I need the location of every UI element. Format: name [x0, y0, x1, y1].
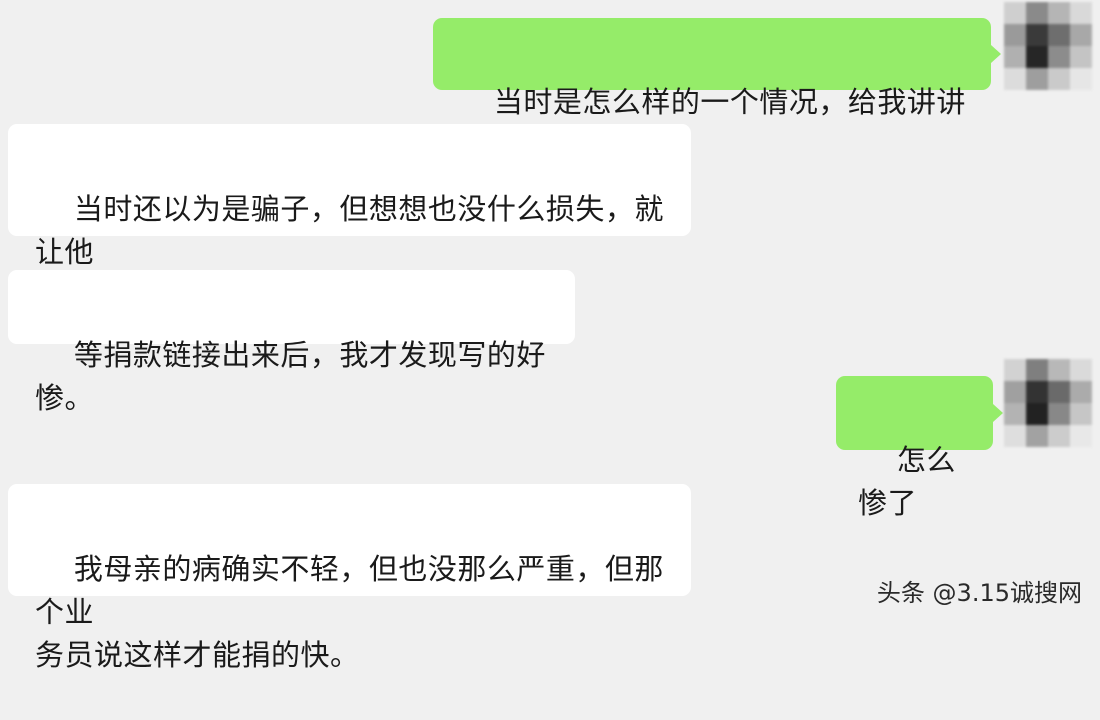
- bubble-tail: [991, 45, 1001, 63]
- bubble-tail: [993, 404, 1003, 422]
- avatar[interactable]: [1004, 359, 1092, 447]
- avatar[interactable]: [1004, 2, 1092, 90]
- message-bubble-incoming[interactable]: 我母亲的病确实不轻，但也没那么严重，但那个业 务员说这样才能捐的快。: [8, 484, 691, 672]
- watermark: 头条 @3.15诚搜网: [876, 579, 1082, 607]
- message-text: 怎么惨了: [858, 443, 956, 520]
- message-text: 我母亲的病确实不轻，但也没那么严重，但那个业 务员说这样才能捐的快。: [35, 552, 664, 672]
- message-text: 等捐款链接出来后，我才发现写的好惨。: [35, 338, 546, 415]
- message-bubble-outgoing[interactable]: 当时是怎么样的一个情况，给我讲讲呗~: [433, 18, 991, 162]
- chat-area: 当时是怎么样的一个情况，给我讲讲呗~ 当时还以为是骗子，但想想也没什么损失，就让…: [0, 0, 1100, 672]
- message-bubble-outgoing[interactable]: 怎么惨了: [836, 376, 993, 520]
- message-bubble-incoming[interactable]: 当时还以为是骗子，但想想也没什么损失，就让他 办了。: [8, 124, 691, 312]
- message-bubble-incoming[interactable]: 等捐款链接出来后，我才发现写的好惨。: [8, 270, 575, 415]
